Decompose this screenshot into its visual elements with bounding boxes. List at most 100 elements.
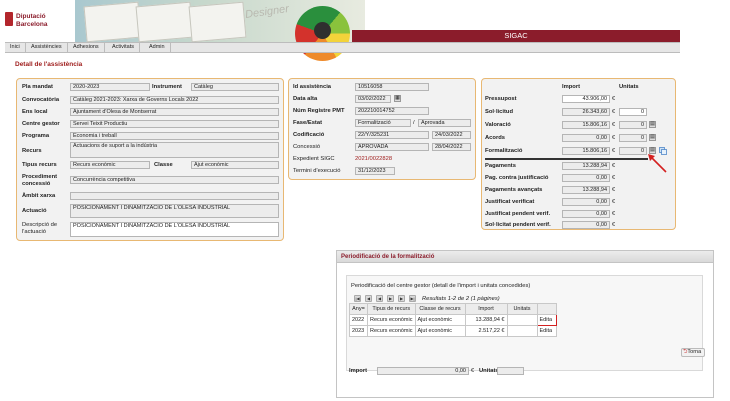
periodificacio-table: Any= Tipus de recurs Classe de recurs Im… [349,303,557,337]
currency-symbol: € [612,211,616,217]
justificat-pendent-label: Justificat pendent verif. [485,211,551,217]
results-count: Resultats 1-2 de 2 (1 pàgines) [422,296,500,302]
data-alta-label: Data alta [293,96,318,102]
edita-link[interactable]: Edita [536,325,557,337]
id-assistencia-label: Id assistència [293,84,332,90]
first-page-icon[interactable]: |◀ [354,295,361,302]
currency-symbol: € [612,96,616,102]
gauge-center [314,22,331,39]
column-header-tipus[interactable]: Tipus de recurs [367,303,416,315]
sollicitat-pendent-label: Sol·licitat pendent verif. [485,222,551,228]
classe-label: Classe [154,162,173,168]
table-row: 2022 Recurs econòmic Ajut econòmic 13.28… [349,314,557,326]
torna-button[interactable]: ⮌Torna [681,348,705,357]
procediment-label: Procediment [22,174,58,180]
sollicitat-pendent-import: 0,00 [562,221,610,229]
cell-classe: Ajut econòmic [414,325,466,337]
expedient-link[interactable]: 2021/0022828 [355,156,392,162]
codificacio-field: 22/Y/325231 [355,131,429,139]
formalitzacio-label: Formalització [485,148,523,154]
sollicitud-import: 26.343,60 [562,108,610,116]
termini-field: 31/12/2023 [355,167,395,175]
banner-card [83,1,142,42]
menu-item-assistencies[interactable]: Assistències [26,43,68,52]
torna-label: Torna [687,349,702,355]
cell-import: 13.288,94 € [464,314,508,326]
menu-item-inici[interactable]: Inici [5,43,26,52]
edita-link[interactable]: Edita [536,314,557,326]
column-header-unitats[interactable]: Unitats [506,303,538,315]
diputacio-logo[interactable]: Diputació Barcelona [5,10,65,32]
descripcio-label-2: l'actuació [22,229,46,235]
unitats-field [497,367,524,375]
prev-block-icon[interactable]: ◀ [376,295,383,302]
classe-field: Ajut econòmic [191,161,279,169]
descripcio-textarea[interactable]: POSICIONAMENT I DINAMITZACIÓ DE L'OLESA … [70,222,279,237]
column-header-accio [536,303,557,315]
valoracio-detail-icon[interactable]: ▤ [649,121,656,128]
convocatoria-field: Catàleg 2021-2023: Xarxa de Governs Loca… [70,96,279,104]
currency-symbol: € [612,163,616,169]
valoracio-import: 15.806,16 [562,121,610,129]
cell-import: 2.517,22 € [464,325,508,337]
programa-field: Economia i treball [70,132,279,140]
column-header-any[interactable]: Any= [349,303,368,315]
fase-estat-label: Fase/Estat [293,120,322,126]
currency-symbol: € [612,122,616,128]
sort-indicator: = [361,306,365,312]
column-header-classe[interactable]: Classe de recurs [414,303,466,315]
currency-symbol: € [612,109,616,115]
id-assistencia-field: 10516058 [355,83,429,91]
acords-label: Acords [485,135,505,141]
unitats-label: Unitats [479,368,499,374]
ens-local-label: Ens local [22,109,48,115]
prev-page-icon[interactable]: ◀ [365,295,372,302]
table-row: 2023 Recurs econòmic Ajut econòmic 2.517… [349,325,557,337]
termini-label: Termini d'execució [293,168,341,174]
import-field: 0,00 [377,367,469,375]
window-title: Periodificació de la formalització [337,251,713,263]
banner-word: Designer [244,2,290,22]
import-label: Import [349,368,368,374]
justificat-pendent-import: 0,00 [562,210,610,218]
next-page-icon[interactable]: ▶ [398,295,405,302]
sollicitud-label: Sol·licitud [485,109,514,115]
pagaments-label: Pagaments [485,163,516,169]
data-alta-field: 03/02/2022 [355,95,391,103]
menu-item-activitats[interactable]: Activitats [107,43,141,52]
column-header-import[interactable]: Import [464,303,508,315]
last-page-icon[interactable]: ▶| [409,295,416,302]
currency-symbol: € [612,148,616,154]
separator-line [485,158,648,160]
cell-unitats [506,325,538,337]
pla-mandat-field: 2020-2023 [70,83,150,91]
valoracio-label: Valoració [485,122,511,128]
cell-unitats [506,314,538,326]
pagaments-import: 13.288,94 [562,162,610,170]
procediment-field: Concurrència competitiva [70,176,279,184]
tipus-recurs-label: Tipus recurs [22,162,57,168]
detail-panel-mid: Id assistència 10516058 Data alta 03/02/… [288,78,476,180]
actuacio-field: POSICIONAMENT I DINAMITZACIÓ DE L'OLESA … [70,204,279,218]
acords-detail-icon[interactable]: ▤ [649,134,656,141]
cell-tipus: Recurs econòmic [367,314,416,326]
codificacio-date-field: 24/03/2022 [432,131,471,139]
concessio-label: Concessió [293,144,321,150]
menu-item-adhesions[interactable]: Adhesions [68,43,105,52]
next-block-icon[interactable]: ▶ [387,295,394,302]
num-registre-field: 202210014752 [355,107,429,115]
programa-label: Programa [22,133,50,139]
pressupost-import: 43.906,00 [562,95,610,103]
logo-text-line2: Barcelona [16,21,48,28]
valoracio-unitats: 0 [619,121,647,129]
menu-item-admin[interactable]: Admin [144,43,171,52]
unitats-column-header: Unitats [619,84,639,90]
calendar-icon[interactable]: ▦ [394,95,401,102]
currency-symbol: € [612,199,616,205]
recurs-field: Actuacions de suport a la indústria [70,142,279,158]
ens-local-field: Ajuntament d'Olesa de Montserrat [70,108,279,116]
annotation-arrow-icon [648,154,667,173]
pag-contra-justificacio-import: 0,00 [562,174,610,182]
pagaments-avancats-import: 13.288,94 [562,186,610,194]
sollicitud-unitats[interactable]: 0 [619,108,647,116]
